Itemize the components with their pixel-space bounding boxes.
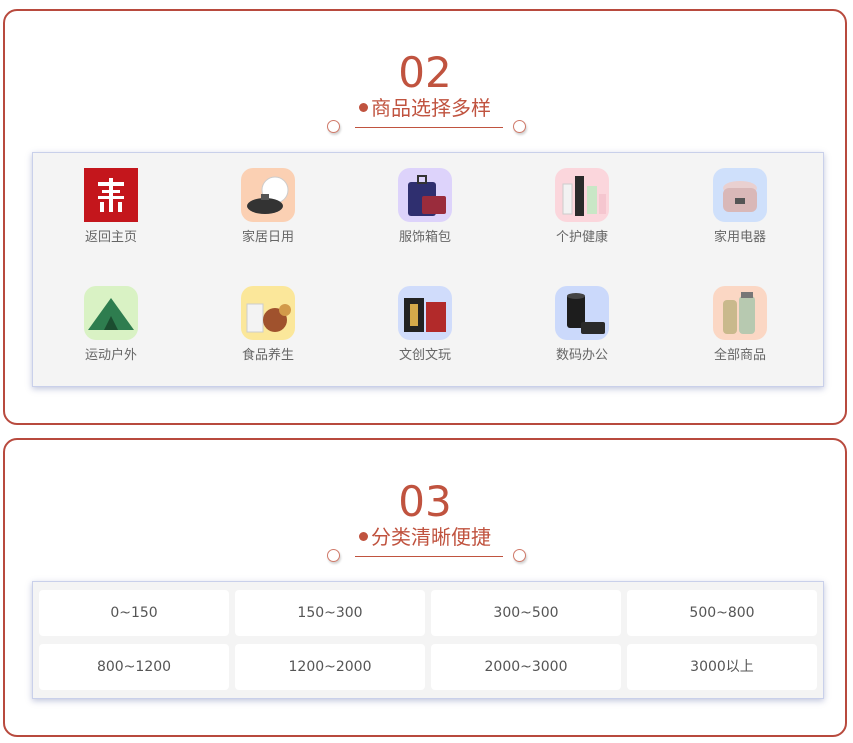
category-label: 数码办公 (555, 348, 608, 363)
section-subtitle: 商品选择多样 (5, 96, 845, 120)
category-item[interactable]: 家用电器 (685, 168, 795, 246)
category-item[interactable]: 服饰箱包 (370, 168, 480, 246)
category-label: 返回主页 (84, 230, 137, 245)
gift-box-icon (398, 286, 452, 340)
section-subtitle: 分类清晰便捷 (5, 525, 845, 549)
rice-cooker-icon (713, 168, 767, 222)
price-range-button[interactable]: 150~300 (235, 590, 425, 636)
home-logo-icon (84, 168, 138, 222)
title-underline (355, 556, 503, 557)
cookware-icon (241, 168, 295, 222)
bullet-dot-icon (359, 103, 368, 112)
category-label: 家用电器 (713, 230, 766, 245)
category-label: 全部商品 (713, 348, 766, 363)
price-range-grid: 0~150 150~300 300~500 500~800 800~1200 1200~2… (32, 581, 824, 699)
section-subtitle-text: 商品选择多样 (371, 96, 491, 120)
title-underline (355, 127, 503, 128)
section-number: 02 (398, 48, 452, 97)
camera-lens-icon (555, 286, 609, 340)
cosmetics-icon (555, 168, 609, 222)
price-range-button[interactable]: 3000以上 (627, 644, 817, 690)
category-item[interactable]: 家居日用 (213, 168, 323, 246)
section-product-variety: 02 商品选择多样 返回主页 家居日用 服饰箱包 个护健康 家用电器运动户外 食品养生 文创… (3, 9, 847, 425)
category-item[interactable]: 全部商品 (685, 286, 795, 364)
bullet-dot-icon (359, 532, 368, 541)
category-item[interactable]: 文创文玩 (370, 286, 480, 364)
price-range-button[interactable]: 500~800 (627, 590, 817, 636)
left-ring-icon (327, 120, 340, 133)
left-ring-icon (327, 549, 340, 562)
category-label: 食品养生 (241, 348, 294, 363)
category-item[interactable]: 食品养生 (213, 286, 323, 364)
price-range-button[interactable]: 300~500 (431, 590, 621, 636)
category-label: 服饰箱包 (398, 230, 451, 245)
luggage-icon (398, 168, 452, 222)
price-range-button[interactable]: 0~150 (39, 590, 229, 636)
category-item[interactable]: 返回主页 (56, 168, 166, 246)
tent-icon (84, 286, 138, 340)
section-subtitle-text: 分类清晰便捷 (371, 525, 491, 549)
thermos-icon (713, 286, 767, 340)
category-grid: 返回主页 家居日用 服饰箱包 个护健康 家用电器运动户外 食品养生 文创文玩 数码办公 全部商品 (32, 152, 824, 387)
right-ring-icon (513, 120, 526, 133)
category-label: 个护健康 (555, 230, 608, 245)
category-item[interactable]: 运动户外 (56, 286, 166, 364)
category-label: 文创文玩 (398, 348, 451, 363)
section-price-filter: 03 分类清晰便捷 0~150 150~300 300~500 500~800 800~… (3, 438, 847, 737)
price-range-button[interactable]: 1200~2000 (235, 644, 425, 690)
category-label: 家居日用 (241, 230, 294, 245)
price-range-button[interactable]: 2000~3000 (431, 644, 621, 690)
section-number: 03 (398, 477, 452, 526)
category-label: 运动户外 (84, 348, 137, 363)
right-ring-icon (513, 549, 526, 562)
category-item[interactable]: 数码办公 (527, 286, 637, 364)
category-item[interactable]: 个护健康 (527, 168, 637, 246)
food-icon (241, 286, 295, 340)
price-range-button[interactable]: 800~1200 (39, 644, 229, 690)
